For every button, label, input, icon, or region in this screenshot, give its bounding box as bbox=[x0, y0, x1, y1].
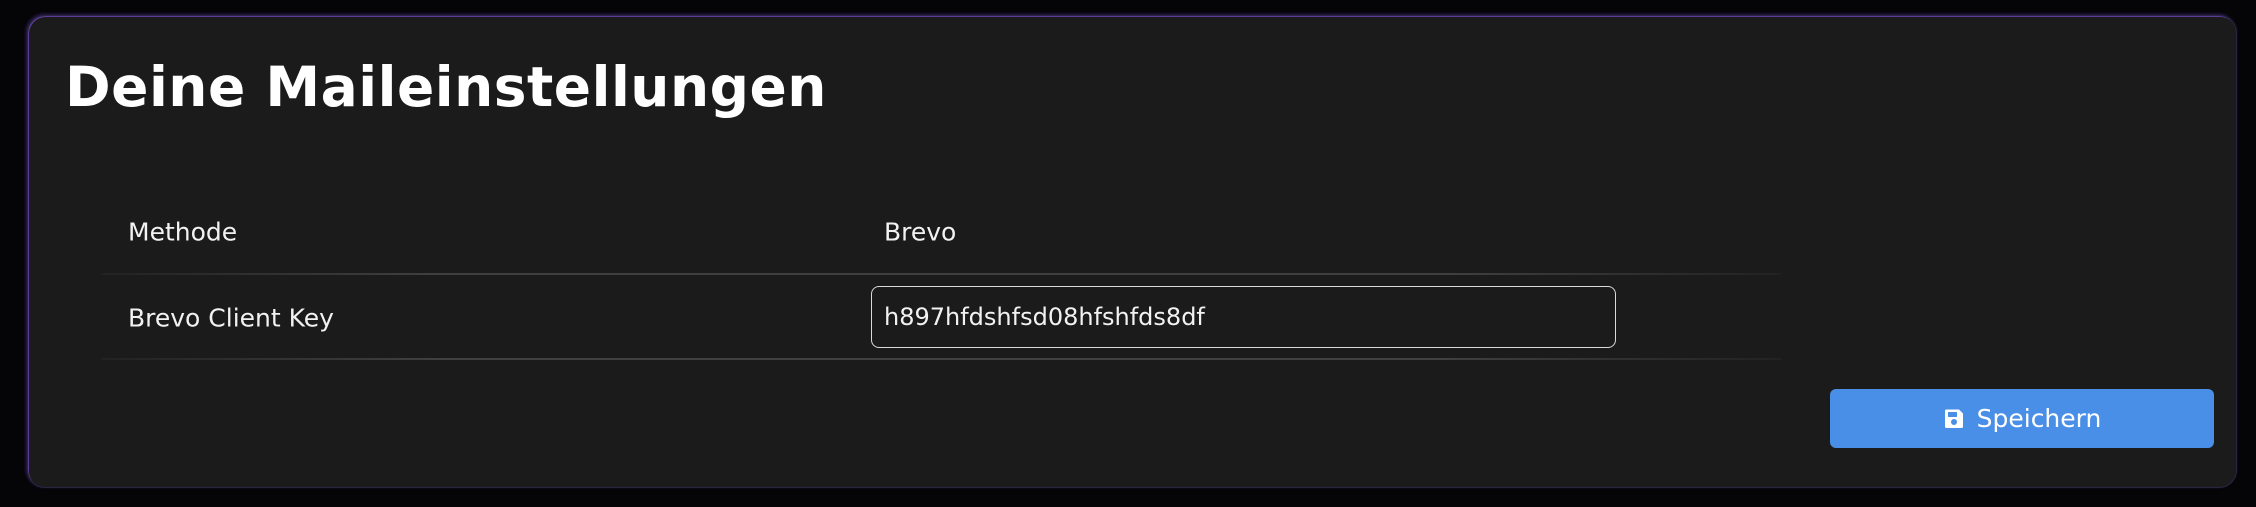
page-title: Deine Maileinstellungen bbox=[65, 55, 827, 119]
row-divider bbox=[101, 358, 1781, 360]
save-button[interactable]: Speichern bbox=[1830, 389, 2214, 448]
save-button-label: Speichern bbox=[1976, 404, 2102, 433]
client-key-label: Brevo Client Key bbox=[128, 303, 334, 332]
method-label: Methode bbox=[128, 217, 238, 246]
method-row: Methode Brevo bbox=[101, 189, 1781, 275]
client-key-row: Brevo Client Key bbox=[101, 275, 1781, 360]
floppy-disk-icon bbox=[1943, 408, 1965, 430]
mail-settings-card: Deine Maileinstellungen Methode Brevo Br… bbox=[27, 15, 2237, 488]
method-value: Brevo bbox=[884, 217, 957, 246]
client-key-input[interactable] bbox=[871, 286, 1616, 348]
